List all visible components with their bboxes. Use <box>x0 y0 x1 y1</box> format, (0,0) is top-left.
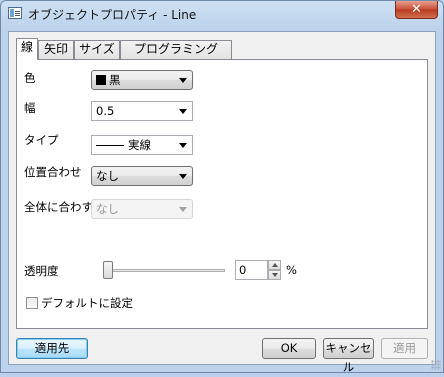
dialog-body: 線 矢印 サイズ プログラミング 色 黒 幅 0.5 タイプ 実線 位置合わせ … <box>8 31 436 374</box>
set-default-label[interactable]: デフォルトに設定 <box>41 295 133 311</box>
tab-programming[interactable]: プログラミング <box>120 40 232 59</box>
tab-size[interactable]: サイズ <box>74 40 120 59</box>
chevron-down-icon <box>179 109 187 114</box>
app-icon <box>8 7 22 19</box>
transparency-spinner <box>268 260 281 280</box>
tab-panel-line: 色 黒 幅 0.5 タイプ 実線 位置合わせ なし 全体に合わす なし 透明度 … <box>16 59 428 329</box>
chevron-down-icon <box>179 78 187 83</box>
apply-button: 適用 <box>381 338 428 359</box>
color-swatch <box>96 75 106 85</box>
width-value: 0.5 <box>96 104 115 118</box>
width-label: 幅 <box>24 101 36 115</box>
chevron-down-icon <box>179 207 187 212</box>
cancel-button[interactable]: キャンセル <box>323 338 374 374</box>
close-button[interactable]: ✕ <box>395 1 438 19</box>
window-title: オブジェクトプロパティ - Line <box>28 8 197 22</box>
title-bar[interactable]: オブジェクトプロパティ - Line ✕ <box>1 1 443 27</box>
transparency-slider-track[interactable] <box>105 269 225 272</box>
line-type-value: 実線 <box>128 138 151 152</box>
chevron-down-icon <box>179 174 187 179</box>
chevron-down-icon <box>179 143 187 148</box>
resize-grip-icon[interactable] <box>431 360 441 370</box>
line-type-dropdown[interactable]: 実線 <box>91 135 193 155</box>
transparency-label: 透明度 <box>24 264 59 278</box>
position-value: なし <box>96 169 119 183</box>
tab-line[interactable]: 線 <box>16 38 38 60</box>
close-icon: ✕ <box>411 2 422 17</box>
position-dropdown[interactable]: なし <box>91 166 193 186</box>
type-label: タイプ <box>24 133 59 147</box>
global-align-dropdown: なし <box>91 199 193 219</box>
spin-down-button[interactable] <box>268 270 281 280</box>
apply-to-button[interactable]: 適用先 <box>16 338 88 359</box>
transparency-slider-thumb[interactable] <box>103 261 113 279</box>
spin-up-button[interactable] <box>268 260 281 270</box>
tab-arrow[interactable]: 矢印 <box>38 40 74 59</box>
global-align-label: 全体に合わす <box>24 200 93 214</box>
line-style-preview <box>96 145 124 146</box>
global-align-value: なし <box>96 202 119 216</box>
color-value: 黒 <box>109 73 121 87</box>
position-label: 位置合わせ <box>24 165 82 179</box>
color-dropdown[interactable]: 黒 <box>91 70 193 90</box>
width-combobox[interactable]: 0.5 <box>91 101 193 121</box>
dialog-window: オブジェクトプロパティ - Line ✕ 線 矢印 サイズ プログラミング 色 … <box>0 0 444 374</box>
ok-button[interactable]: OK <box>262 338 316 359</box>
transparency-input[interactable]: 0 <box>235 260 268 280</box>
percent-unit: % <box>286 263 297 277</box>
color-label: 色 <box>24 71 36 85</box>
set-default-checkbox[interactable] <box>26 297 38 309</box>
